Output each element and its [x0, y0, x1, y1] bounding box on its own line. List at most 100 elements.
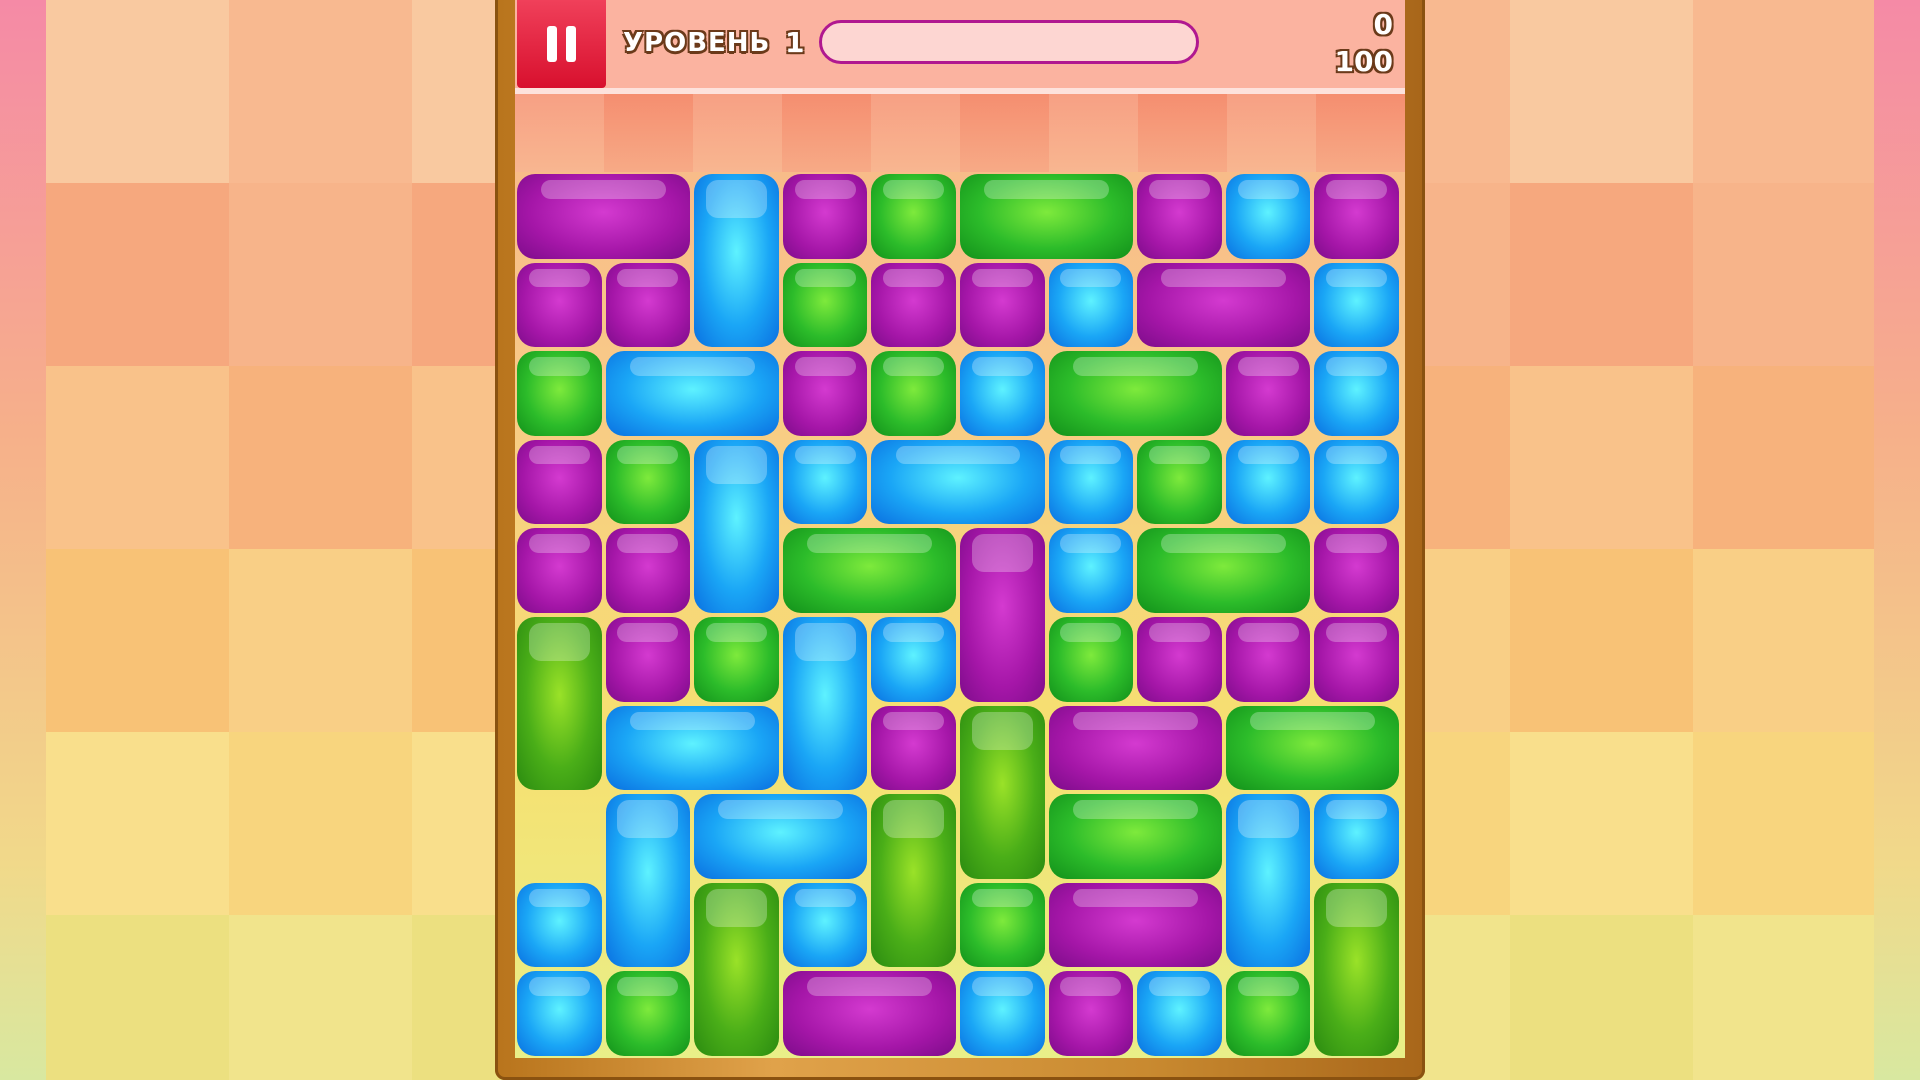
blue-jelly-block[interactable] [1314, 351, 1399, 436]
green-jelly-block[interactable] [960, 882, 1045, 968]
blue-jelly-block[interactable] [694, 794, 868, 879]
blue-jelly-block[interactable] [1225, 174, 1311, 259]
purple-jelly-block[interactable] [782, 174, 868, 259]
green-jelly-block[interactable] [694, 882, 779, 1056]
spawn-stripe [604, 94, 693, 172]
purple-jelly-block[interactable] [871, 705, 956, 791]
spawn-stripe [515, 94, 604, 172]
blue-jelly-block[interactable] [605, 351, 779, 436]
green-jelly-block[interactable] [782, 262, 868, 348]
background-tile [46, 183, 229, 366]
spawn-stripe [1138, 94, 1227, 172]
green-jelly-block[interactable] [1314, 882, 1399, 1056]
purple-jelly-block[interactable] [517, 262, 602, 348]
blue-jelly-block[interactable] [694, 174, 779, 348]
background-tile [46, 549, 229, 732]
blue-jelly-block[interactable] [1137, 971, 1222, 1056]
blue-jelly-block[interactable] [1314, 794, 1399, 879]
level-label: УРОВЕНЬ [623, 28, 771, 58]
blue-jelly-block[interactable] [1048, 439, 1134, 525]
background-tile [1693, 0, 1876, 183]
purple-jelly-block[interactable] [1225, 351, 1311, 436]
green-jelly-block[interactable] [694, 617, 779, 702]
green-jelly-block[interactable] [1048, 794, 1222, 879]
blue-jelly-block[interactable] [782, 882, 868, 968]
background-tile [1510, 366, 1693, 549]
blue-jelly-block[interactable] [605, 794, 691, 968]
pause-icon [566, 26, 576, 62]
left-edge-gradient [0, 0, 46, 1080]
purple-jelly-block[interactable] [517, 174, 691, 259]
purple-jelly-block[interactable] [517, 439, 602, 525]
blue-jelly-block[interactable] [871, 439, 1045, 525]
green-jelly-block[interactable] [1048, 351, 1222, 436]
background-tile [1693, 915, 1876, 1080]
green-jelly-block[interactable] [782, 528, 956, 613]
purple-jelly-block[interactable] [1137, 262, 1311, 348]
purple-jelly-block[interactable] [1048, 705, 1222, 791]
blue-jelly-block[interactable] [871, 617, 956, 702]
spawn-stripe [782, 94, 871, 172]
purple-jelly-block[interactable] [1048, 971, 1134, 1056]
purple-jelly-block[interactable] [871, 262, 956, 348]
blue-jelly-block[interactable] [1048, 262, 1134, 348]
blue-jelly-block[interactable] [517, 882, 602, 968]
purple-jelly-block[interactable] [782, 971, 956, 1056]
blue-jelly-block[interactable] [694, 439, 779, 613]
blue-jelly-block[interactable] [605, 705, 779, 791]
background-tile [1510, 183, 1693, 366]
purple-jelly-block[interactable] [1137, 617, 1222, 702]
blue-jelly-block[interactable] [1314, 262, 1399, 348]
spawn-stripe [1316, 94, 1405, 172]
purple-jelly-block[interactable] [1314, 174, 1399, 259]
blue-jelly-block[interactable] [960, 351, 1045, 436]
background-tile [229, 915, 412, 1080]
blue-jelly-block[interactable] [1314, 439, 1399, 525]
green-jelly-block[interactable] [960, 705, 1045, 879]
purple-jelly-block[interactable] [782, 351, 868, 436]
spawn-stripe [871, 94, 960, 172]
pause-button[interactable] [517, 0, 606, 88]
spawn-stripe [1227, 94, 1316, 172]
background-tile [1510, 0, 1693, 183]
purple-jelly-block[interactable] [1314, 528, 1399, 613]
blue-jelly-block[interactable] [517, 971, 602, 1056]
background-tile [46, 915, 229, 1080]
purple-jelly-block[interactable] [1314, 617, 1399, 702]
green-jelly-block[interactable] [605, 439, 691, 525]
level-number: 1 [785, 26, 805, 59]
purple-jelly-block[interactable] [960, 528, 1045, 702]
blue-jelly-block[interactable] [1225, 439, 1311, 525]
spawn-stripe-row [515, 94, 1405, 172]
green-jelly-block[interactable] [1225, 705, 1399, 791]
green-jelly-block[interactable] [871, 351, 956, 436]
green-jelly-block[interactable] [517, 617, 602, 791]
purple-jelly-block[interactable] [1225, 617, 1311, 702]
purple-jelly-block[interactable] [1048, 882, 1222, 968]
green-jelly-block[interactable] [871, 174, 956, 259]
purple-jelly-block[interactable] [517, 528, 602, 613]
purple-jelly-block[interactable] [605, 528, 691, 613]
blue-jelly-block[interactable] [960, 971, 1045, 1056]
background-tile [1693, 549, 1876, 732]
purple-jelly-block[interactable] [605, 262, 691, 348]
purple-jelly-block[interactable] [605, 617, 691, 702]
game-panel: УРОВЕНЬ 1 0 100 [515, 0, 1405, 1058]
blue-jelly-block[interactable] [782, 439, 868, 525]
green-jelly-block[interactable] [1137, 528, 1311, 613]
green-jelly-block[interactable] [1048, 617, 1134, 702]
spawn-stripe [1049, 94, 1138, 172]
green-jelly-block[interactable] [605, 971, 691, 1056]
blue-jelly-block[interactable] [1048, 528, 1134, 613]
green-jelly-block[interactable] [517, 351, 602, 436]
green-jelly-block[interactable] [871, 794, 956, 968]
green-jelly-block[interactable] [960, 174, 1134, 259]
green-jelly-block[interactable] [1225, 971, 1311, 1056]
blue-jelly-block[interactable] [1225, 794, 1311, 968]
purple-jelly-block[interactable] [960, 262, 1045, 348]
green-jelly-block[interactable] [1137, 439, 1222, 525]
pause-icon [547, 26, 557, 62]
blue-jelly-block[interactable] [782, 617, 868, 791]
background-tile [46, 732, 229, 915]
purple-jelly-block[interactable] [1137, 174, 1222, 259]
